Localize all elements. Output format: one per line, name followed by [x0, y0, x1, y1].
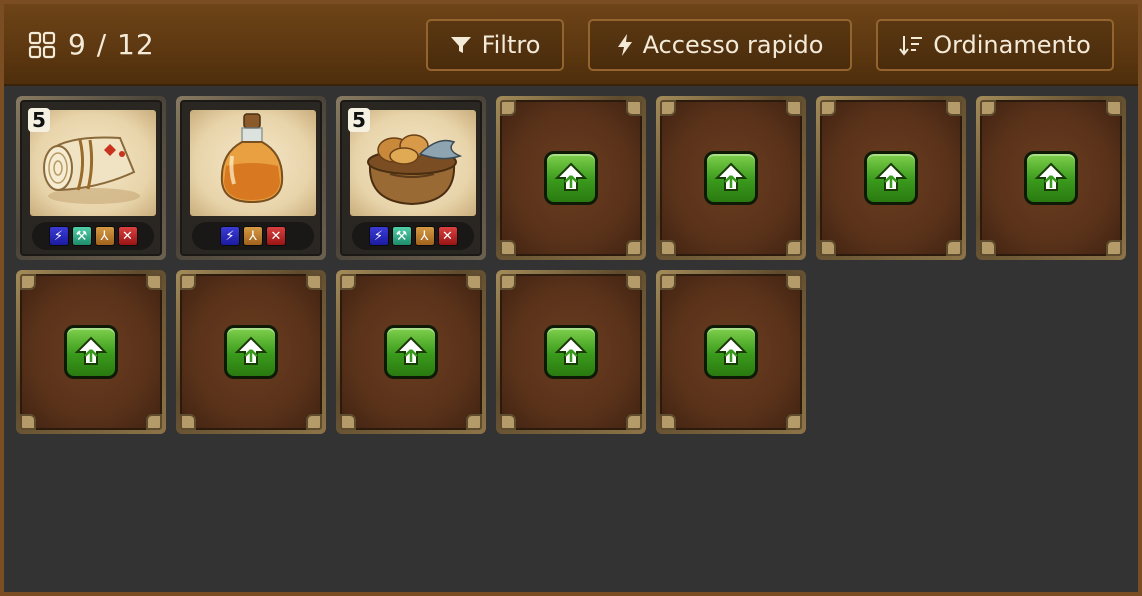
slot-count: 9 / 12	[68, 28, 155, 61]
discard-icon[interactable]: ✕	[437, 226, 458, 246]
potion-bottle-icon	[190, 110, 316, 216]
discard-icon[interactable]: ✕	[266, 226, 286, 246]
filter-button-label: Filtro	[481, 31, 541, 59]
quick-access-button-label: Accesso rapido	[642, 31, 824, 59]
discard-icon[interactable]: ✕	[117, 226, 138, 246]
unlock-slot-icon[interactable]	[64, 325, 118, 379]
unlock-slot-icon[interactable]	[224, 325, 278, 379]
locked-slot[interactable]	[336, 270, 486, 434]
slot-counter: 9 / 12	[28, 28, 155, 61]
locked-slot[interactable]	[816, 96, 966, 260]
item-action-bar: ⚡ ⅄ ✕	[192, 222, 314, 250]
inventory-header: 9 / 12 Filtro Accesso rapido Ordinamento	[4, 4, 1138, 86]
unlock-slot-icon[interactable]	[704, 325, 758, 379]
unlock-slot-icon[interactable]	[1024, 151, 1078, 205]
filter-icon	[450, 35, 472, 55]
unlock-slot-icon[interactable]	[864, 151, 918, 205]
use-icon[interactable]: ⚡	[220, 226, 240, 246]
unlock-slot-icon[interactable]	[704, 151, 758, 205]
inventory-slot[interactable]: ⚡ ⅄ ✕	[176, 96, 326, 260]
item-action-bar: ⚡ ⚒ ⅄ ✕	[352, 222, 474, 250]
quick-access-button[interactable]: Accesso rapido	[588, 19, 852, 71]
sort-button[interactable]: Ordinamento	[876, 19, 1114, 71]
inventory-slot[interactable]: 5 ⚡ ⚒ ⅄ ✕	[336, 96, 486, 260]
locked-slot[interactable]	[176, 270, 326, 434]
unlock-slot-icon[interactable]	[544, 325, 598, 379]
locked-slot[interactable]	[976, 96, 1126, 260]
unlock-slot-icon[interactable]	[544, 151, 598, 205]
lightning-icon	[617, 34, 633, 56]
inventory-slot[interactable]: 5 ⚡ ⚒ ⅄ ✕	[16, 96, 166, 260]
sort-button-label: Ordinamento	[933, 31, 1091, 59]
sort-icon	[899, 34, 923, 56]
equip-icon[interactable]: ⚒	[71, 226, 92, 246]
split-icon[interactable]: ⅄	[414, 226, 435, 246]
locked-slot[interactable]	[656, 96, 806, 260]
item-quantity: 5	[348, 108, 370, 132]
equip-icon[interactable]: ⚒	[391, 226, 412, 246]
item-action-bar: ⚡ ⚒ ⅄ ✕	[32, 222, 154, 250]
inventory-panel: 9 / 12 Filtro Accesso rapido Ordinamento	[0, 0, 1142, 596]
use-icon[interactable]: ⚡	[368, 226, 389, 246]
locked-slot[interactable]	[496, 270, 646, 434]
locked-slot[interactable]	[16, 270, 166, 434]
use-icon[interactable]: ⚡	[48, 226, 69, 246]
locked-slot[interactable]	[496, 96, 646, 260]
split-icon[interactable]: ⅄	[94, 226, 115, 246]
grid-icon	[28, 31, 56, 59]
filter-button[interactable]: Filtro	[426, 19, 564, 71]
unlock-slot-icon[interactable]	[384, 325, 438, 379]
split-icon[interactable]: ⅄	[243, 226, 263, 246]
locked-slot[interactable]	[656, 270, 806, 434]
item-quantity: 5	[28, 108, 50, 132]
